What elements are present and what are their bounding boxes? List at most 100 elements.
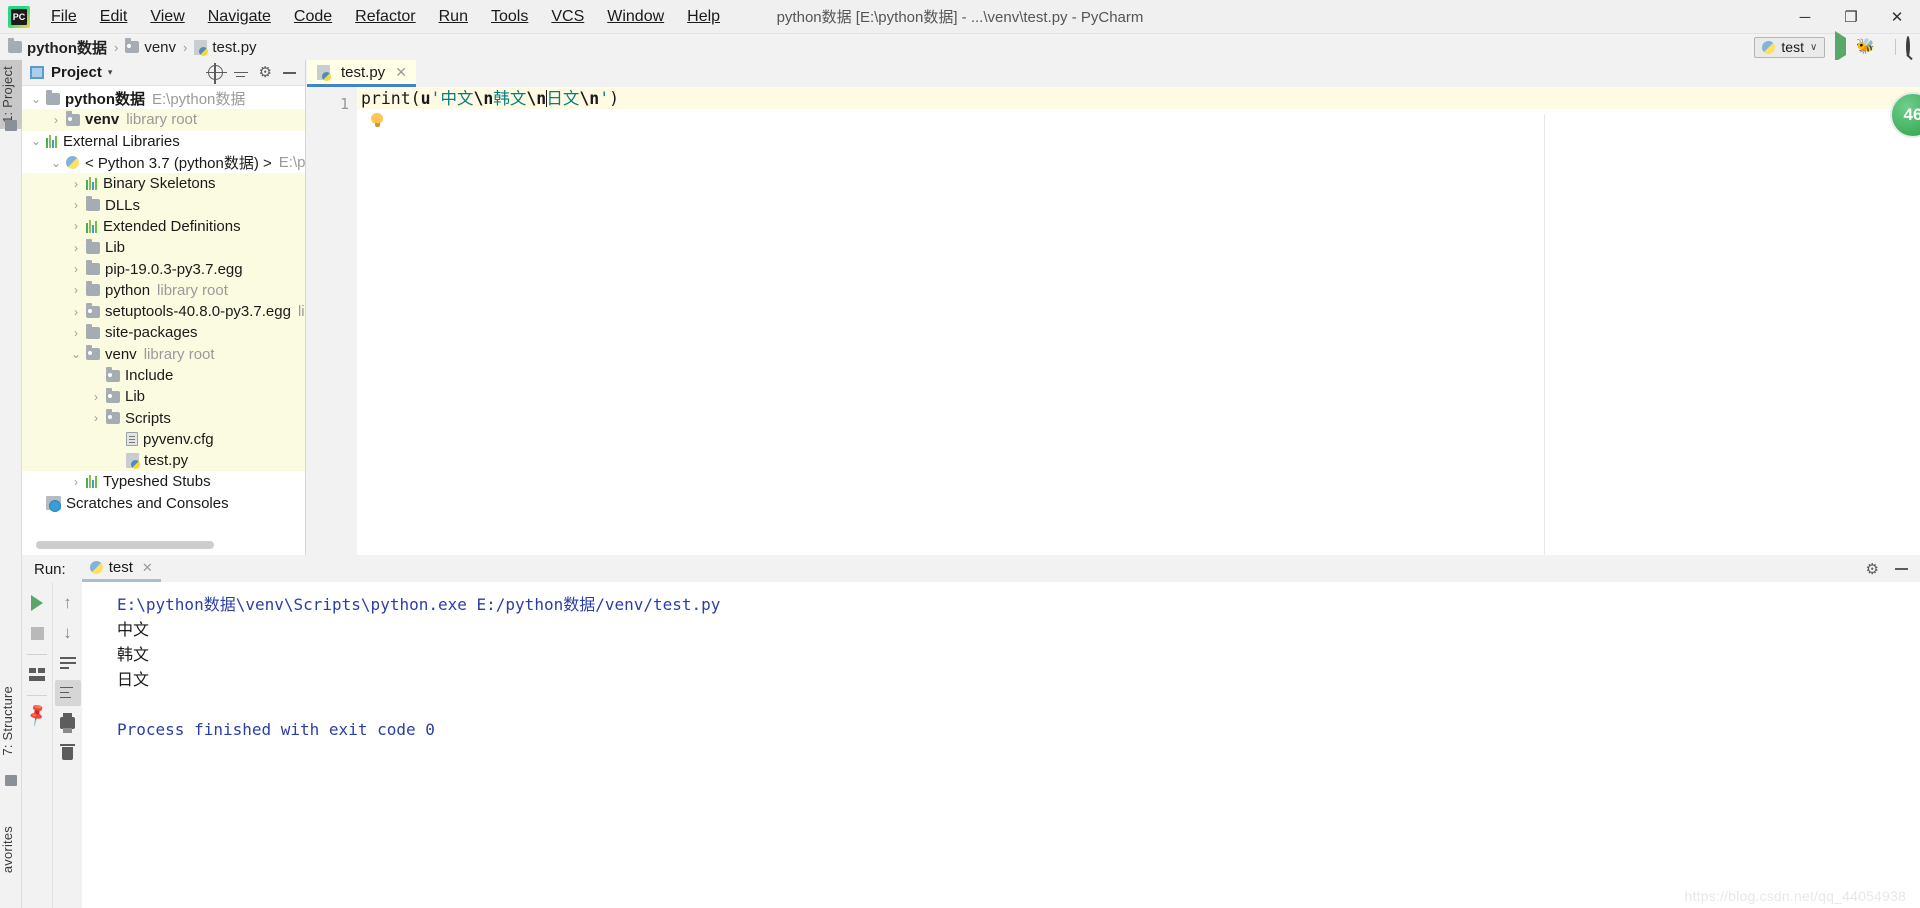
pin-tab-button[interactable]: 📌 [24,702,50,728]
tree-row[interactable]: › Lib [22,386,305,408]
settings-gear-icon[interactable]: ⚙ [1866,562,1879,577]
chevron-right-icon[interactable]: › [70,219,82,233]
rail-tab-structure[interactable]: 7: Structure [0,680,22,762]
scroll-to-end-button[interactable] [54,680,81,706]
chevron-right-icon[interactable]: › [70,262,82,276]
tree-row[interactable]: › Scripts [22,407,305,429]
editor-code-area[interactable]: print(u'中文\n韩文\n日文\n') [357,87,1920,555]
chevron-right-icon[interactable]: › [70,475,82,489]
chevron-right-icon[interactable]: › [70,305,82,319]
stop-process-button[interactable] [24,620,50,646]
maximize-button[interactable]: ❐ [1828,0,1874,34]
editor-gutter[interactable]: 1 [307,87,357,555]
scroll-down-button[interactable]: ↓ [55,620,81,646]
menu-vcs-label: VCS [551,7,585,25]
toolbar-right: test ∨ 🐝 [1754,31,1910,62]
menu-refactor[interactable]: Refactor [344,4,426,30]
project-horizontal-scrollbar[interactable] [36,541,214,549]
soft-wrap-button[interactable] [55,650,81,676]
menu-view[interactable]: View [139,4,195,30]
tree-row[interactable]: › setuptools-40.8.0-py3.7.egg libra [22,300,305,323]
close-button[interactable]: ✕ [1874,0,1920,34]
close-icon[interactable]: ✕ [395,64,407,81]
menu-file[interactable]: File [40,4,88,30]
run-toolbar-primary: 📌 [22,582,52,908]
chevron-right-icon[interactable]: › [70,177,82,191]
tree-row-label: Scratches and Consoles [66,494,229,512]
chevron-right-icon[interactable]: › [70,326,82,340]
tree-row[interactable]: test.py [22,450,305,472]
chevron-down-icon[interactable]: ▾ [108,67,113,78]
tree-row[interactable]: Scratches and Consoles [22,493,305,514]
scroll-up-button[interactable]: ↑ [55,590,81,616]
tree-row-label: Extended Definitions [103,217,241,235]
tree-row[interactable]: › DLLs [22,194,305,216]
menu-tools[interactable]: Tools [480,4,539,30]
locate-target-icon[interactable] [205,63,227,84]
menu-run[interactable]: Run [428,4,479,30]
menu-window[interactable]: Window [596,4,675,30]
collapse-all-icon[interactable] [233,66,248,80]
tree-row[interactable]: ⌄ < Python 3.7 (python数据) > E:\pytho [22,152,305,173]
chevron-right-icon[interactable]: › [50,113,62,127]
rail-tab-project[interactable]: 1: Project [0,60,22,129]
menu-edit[interactable]: Edit [89,4,139,30]
run-configuration-selector[interactable]: test ∨ [1754,36,1826,58]
debug-button[interactable]: 🐝 [1856,38,1875,56]
code-token-close-paren: ) [609,89,620,108]
tree-row[interactable]: › python library root [22,279,305,301]
tree-row[interactable]: › Typeshed Stubs [22,471,305,492]
chevron-down-icon[interactable]: ⌄ [30,92,42,106]
python-config-icon [1762,40,1776,54]
console-output[interactable]: E:\python数据\venv\Scripts\python.exe E:/p… [83,582,1920,908]
tree-row-hint: library root [157,281,228,299]
search-everywhere-button[interactable] [1906,36,1910,57]
menu-code[interactable]: Code [283,4,343,30]
settings-gear-icon[interactable]: ⚙ [259,65,272,80]
tree-row[interactable]: › site-packages [22,322,305,344]
chevron-right-icon[interactable]: › [90,411,102,425]
python-config-icon [89,561,103,574]
tree-row[interactable]: › Lib [22,237,305,259]
project-tool-window: Project ▾ ⚙ ⌄ python数据 E:\python数据 › venv lib… [22,60,306,555]
chevron-down-icon[interactable]: ⌄ [30,134,42,148]
chevron-right-icon[interactable]: › [90,390,102,404]
menu-navigate[interactable]: Navigate [197,4,282,30]
breadcrumb-item-project[interactable]: python数据 [8,37,107,58]
print-button[interactable] [55,710,81,736]
clear-all-button[interactable] [55,740,81,766]
chevron-right-icon[interactable]: › [70,198,82,212]
menu-vcs[interactable]: VCS [540,4,595,30]
tree-row[interactable]: ⌄ venv library root [22,343,305,365]
close-icon[interactable]: ✕ [142,560,153,576]
menu-code-label: Code [293,7,333,25]
run-tab-test[interactable]: test ✕ [81,556,161,582]
tree-row[interactable]: › pip-19.0.3-py3.7.egg [22,258,305,280]
tree-row[interactable]: pyvenv.cfg [22,428,305,451]
chevron-down-icon[interactable]: ⌄ [50,156,62,170]
tree-row-label: venv [105,345,137,363]
rail-tab-favorites[interactable]: avorites [0,820,22,879]
chevron-down-icon[interactable]: ⌄ [70,347,82,361]
tree-row[interactable]: › Binary Skeletons [22,173,305,195]
minimize-button[interactable]: ─ [1782,0,1828,34]
tree-row[interactable]: Include [22,364,305,387]
tree-row[interactable]: › Extended Definitions [22,215,305,238]
chevron-right-icon[interactable]: › [70,241,82,255]
layout-settings-button[interactable] [24,661,50,687]
editor-tab-test-py[interactable]: test.py ✕ [307,60,416,87]
menu-help[interactable]: Help [676,4,731,30]
tree-row[interactable]: ⌄ External Libraries [22,131,305,152]
tree-row[interactable]: ⌄ python数据 E:\python数据 [22,88,305,109]
breadcrumb-item-venv[interactable]: venv [125,38,176,56]
hide-panel-icon[interactable] [283,71,296,74]
breadcrumb-item-file[interactable]: test.py [194,39,257,56]
lightbulb-icon[interactable] [371,113,383,128]
chevron-right-icon[interactable]: › [70,283,82,297]
run-button[interactable] [1835,31,1847,62]
tree-row[interactable]: › venv library root [22,109,305,131]
rerun-button[interactable] [24,590,50,616]
hide-panel-icon[interactable] [1895,568,1908,570]
menu-view-label: View [150,7,185,25]
